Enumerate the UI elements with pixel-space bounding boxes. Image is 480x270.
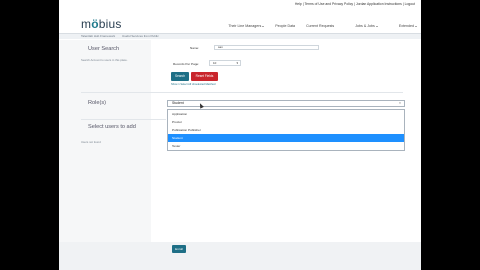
app-window: Help | Terms of Use and Privacy Policy |…	[59, 0, 421, 270]
top-links[interactable]: Help | Terms of Use and Privacy Policy |…	[295, 2, 415, 6]
user-search-subtitle: Search Account to users in this place.	[81, 58, 128, 62]
chevron-down-icon	[415, 25, 417, 27]
logo-prefix: m	[81, 17, 92, 31]
section-divider	[81, 119, 166, 120]
role-option[interactable]: Application	[168, 110, 404, 118]
reset-fields-button[interactable]: Reset Fields	[191, 72, 218, 81]
nav-extended[interactable]: Extended	[389, 24, 417, 28]
section-divider	[81, 92, 403, 93]
nav-line-managers[interactable]: Their Line Managers	[218, 24, 265, 28]
role-option[interactable]: Publication Publisher	[168, 126, 404, 134]
enroll-button[interactable]: Enroll	[172, 245, 186, 253]
name-label: Name:	[190, 46, 200, 50]
records-per-page-label: Records Per Page:	[173, 62, 200, 66]
search-button[interactable]: Search	[171, 72, 189, 81]
user-search-title: User Search	[88, 46, 120, 52]
logo-o: ö	[91, 17, 99, 31]
mobius-logo[interactable]: möbius	[81, 17, 122, 31]
nav-people-data[interactable]: People Data	[275, 24, 295, 28]
chevron-down-icon: ▾	[236, 61, 238, 65]
records-per-page-select[interactable]: 10 ▾	[209, 60, 241, 66]
main-nav: Their Line Managers People Data Current …	[208, 24, 417, 28]
breadcrumb-item: Useful Services from Public	[122, 34, 159, 38]
left-column	[59, 40, 151, 244]
breadcrumb: Talentlab Hub Framework Useful Services …	[59, 34, 421, 39]
nav-current-requests[interactable]: Current Requests	[306, 24, 334, 28]
footer-bar	[59, 242, 421, 270]
logo-suffix: bius	[98, 17, 122, 31]
role-option[interactable]: Tester	[168, 142, 404, 150]
chevron-down-icon	[262, 25, 265, 27]
role-option-selected[interactable]: Student	[168, 134, 404, 142]
select-users-title: Select users to add	[88, 124, 136, 130]
users-not-found-note: Users not found	[81, 140, 101, 144]
close-icon: ×	[399, 101, 401, 105]
name-input[interactable]: san	[214, 45, 319, 50]
role-option[interactable]: Proctor	[168, 118, 404, 126]
chevron-down-icon	[375, 25, 378, 27]
breadcrumb-item[interactable]: Talentlab Hub Framework	[81, 34, 115, 38]
nav-jobs[interactable]: Jobs & Jobs	[345, 24, 378, 28]
select-links[interactable]: Show 1 Select All Unselected Matched	[171, 83, 215, 86]
roles-title: Role(s)	[88, 100, 107, 106]
role-options-list: Application Proctor Publication Publishe…	[167, 109, 405, 151]
